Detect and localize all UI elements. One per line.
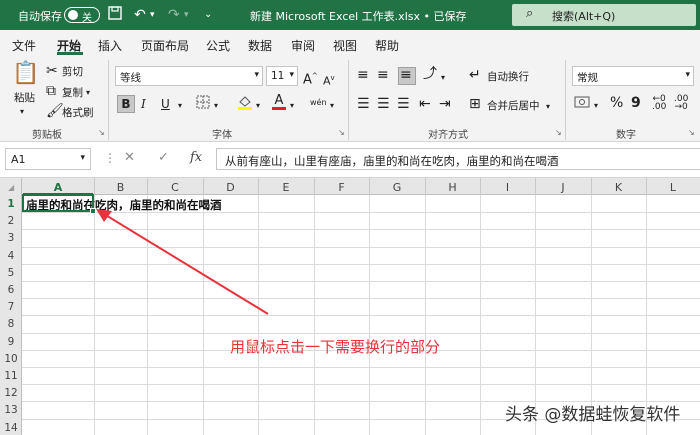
watermark-text: 头条 @数据蛙恢复软件 bbox=[505, 405, 681, 425]
annotation-arrow bbox=[96, 209, 269, 315]
annotation-text: 用鼠标点击一下需要换行的部分 bbox=[230, 338, 441, 356]
